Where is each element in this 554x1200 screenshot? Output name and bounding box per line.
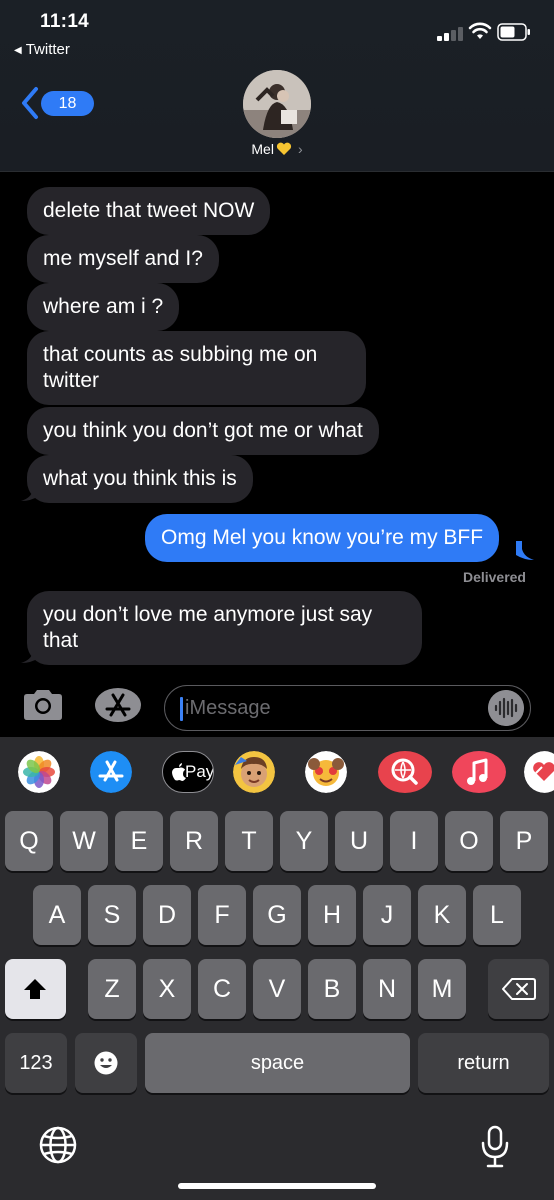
key-o[interactable]: O bbox=[445, 811, 493, 871]
key-y[interactable]: Y bbox=[280, 811, 328, 871]
shift-key[interactable] bbox=[5, 959, 66, 1019]
key-z[interactable]: Z bbox=[88, 959, 136, 1019]
bubble-tail-incoming bbox=[21, 482, 39, 501]
web-search-icon[interactable] bbox=[378, 751, 432, 793]
message-bubble-incoming[interactable]: what you think this is bbox=[27, 455, 253, 503]
key-v[interactable]: V bbox=[253, 959, 301, 1019]
apple-logo-icon bbox=[172, 763, 186, 781]
return-key[interactable]: return bbox=[418, 1033, 549, 1093]
emoji-key[interactable] bbox=[75, 1033, 137, 1093]
back-button[interactable]: 18 bbox=[20, 86, 94, 120]
dictation-mic-icon[interactable] bbox=[480, 1125, 510, 1169]
app-store-drawer-icon[interactable] bbox=[93, 687, 143, 723]
message-input-bar: iMessage bbox=[0, 677, 554, 737]
avatar-photo bbox=[243, 70, 311, 138]
animoji-icon[interactable] bbox=[305, 751, 347, 793]
key-d[interactable]: D bbox=[143, 885, 191, 945]
key-k[interactable]: K bbox=[418, 885, 466, 945]
yellow-heart-icon bbox=[276, 142, 292, 155]
delivered-status: Delivered bbox=[462, 569, 526, 585]
message-bubble-incoming[interactable]: you think you don’t got me or what bbox=[27, 407, 379, 455]
apple-pay-label: Pay bbox=[185, 762, 214, 781]
keyboard: Q W E R T Y U I O P A S D F G H J K L Z … bbox=[0, 807, 554, 1200]
space-key[interactable]: space bbox=[145, 1033, 410, 1093]
memoji-icon[interactable] bbox=[233, 751, 275, 793]
key-p[interactable]: P bbox=[500, 811, 548, 871]
key-s[interactable]: S bbox=[88, 885, 136, 945]
chevron-left-icon bbox=[22, 87, 38, 119]
wifi-icon bbox=[468, 22, 492, 39]
message-bubble-incoming[interactable]: where am i ? bbox=[27, 283, 180, 331]
message-bubble-incoming[interactable]: me myself and I? bbox=[27, 235, 219, 283]
audio-message-icon[interactable] bbox=[488, 690, 524, 726]
numbers-key[interactable]: 123 bbox=[5, 1033, 67, 1093]
cellular-signal-icon bbox=[437, 25, 465, 41]
battery-icon bbox=[497, 23, 530, 41]
emoji-icon bbox=[94, 1051, 118, 1075]
app-store-icon[interactable] bbox=[90, 751, 132, 793]
message-bubble-incoming[interactable]: that counts as subbing me on twitter bbox=[27, 331, 366, 405]
key-e[interactable]: E bbox=[115, 811, 163, 871]
back-triangle-icon: ◀ bbox=[14, 45, 22, 56]
key-m[interactable]: M bbox=[418, 959, 466, 1019]
conversation-header: 11:14 ◀ Twitter 18 Mel › bbox=[0, 0, 554, 172]
bubble-tail-incoming bbox=[21, 644, 39, 663]
message-bubble-outgoing[interactable]: Omg Mel you know you’re my BFF bbox=[145, 514, 500, 562]
photos-icon[interactable] bbox=[18, 751, 60, 793]
back-app-label: Twitter bbox=[25, 41, 70, 58]
key-l[interactable]: L bbox=[473, 885, 521, 945]
bubble-tail-outgoing bbox=[516, 541, 534, 560]
message-bubble-incoming[interactable]: delete that tweet NOW bbox=[27, 187, 271, 235]
contact-name-button[interactable]: Mel › bbox=[0, 141, 554, 157]
key-a[interactable]: A bbox=[33, 885, 81, 945]
unread-count-badge: 18 bbox=[41, 91, 94, 116]
key-t[interactable]: T bbox=[225, 811, 273, 871]
music-icon[interactable] bbox=[452, 751, 506, 793]
digital-touch-icon[interactable] bbox=[524, 751, 554, 793]
key-r[interactable]: R bbox=[170, 811, 218, 871]
backspace-icon bbox=[502, 978, 536, 1000]
key-g[interactable]: G bbox=[253, 885, 301, 945]
camera-icon[interactable] bbox=[20, 687, 66, 723]
key-b[interactable]: B bbox=[308, 959, 356, 1019]
message-list[interactable]: delete that tweet NOW me myself and I? w… bbox=[0, 172, 554, 677]
key-w[interactable]: W bbox=[60, 811, 108, 871]
imessage-text-field[interactable]: iMessage bbox=[164, 685, 531, 731]
imessage-placeholder: iMessage bbox=[185, 697, 271, 719]
key-f[interactable]: F bbox=[198, 885, 246, 945]
key-q[interactable]: Q bbox=[5, 811, 53, 871]
text-cursor bbox=[180, 697, 183, 721]
delete-key[interactable] bbox=[488, 959, 549, 1019]
contact-avatar[interactable] bbox=[243, 70, 311, 138]
contact-name: Mel bbox=[251, 141, 274, 157]
globe-icon[interactable] bbox=[38, 1125, 78, 1165]
apple-pay-icon[interactable]: Pay bbox=[162, 751, 214, 793]
shift-arrow-icon bbox=[24, 979, 46, 999]
key-n[interactable]: N bbox=[363, 959, 411, 1019]
key-i[interactable]: I bbox=[390, 811, 438, 871]
back-to-app-link[interactable]: ◀ Twitter bbox=[14, 41, 70, 58]
key-u[interactable]: U bbox=[335, 811, 383, 871]
chevron-right-icon: › bbox=[297, 141, 303, 157]
key-x[interactable]: X bbox=[143, 959, 191, 1019]
key-c[interactable]: C bbox=[198, 959, 246, 1019]
home-indicator[interactable] bbox=[178, 1183, 376, 1189]
message-bubble-incoming[interactable]: you don’t love me anymore just say that bbox=[27, 591, 422, 665]
status-time: 11:14 bbox=[40, 11, 90, 32]
key-j[interactable]: J bbox=[363, 885, 411, 945]
key-h[interactable]: H bbox=[308, 885, 356, 945]
imessage-app-strip: Pay bbox=[0, 737, 554, 807]
